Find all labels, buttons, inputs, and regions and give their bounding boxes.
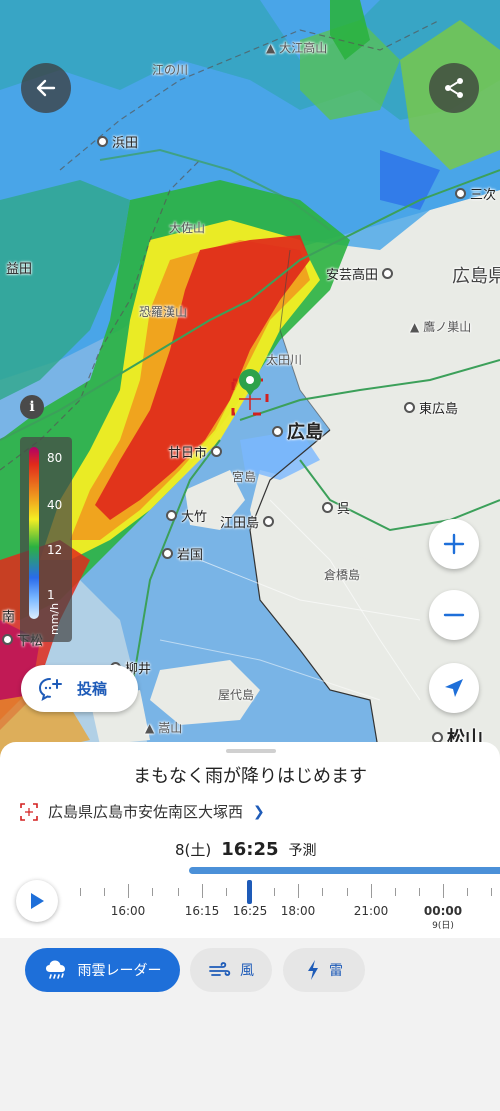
time-label: 16:25 — [221, 839, 279, 860]
place-hamada: 浜田 — [97, 132, 138, 151]
legend-tick: 80 — [47, 451, 63, 465]
tab-label: 雨雲レーダー — [77, 963, 162, 979]
legend-tick: 1 — [47, 588, 55, 602]
crosshair-icon — [20, 802, 38, 821]
legend-info-button[interactable]: i — [20, 395, 44, 419]
layer-tabs: 雨雲レーダー 風 雷 — [0, 938, 500, 1111]
play-icon — [31, 893, 44, 909]
current-location-button[interactable] — [429, 663, 479, 713]
timeline-next-day: 9(日) — [432, 921, 454, 931]
minus-icon — [443, 613, 465, 617]
forecast-label: 予測 — [288, 843, 317, 859]
post-button[interactable]: 投稿 — [21, 665, 138, 712]
comment-plus-icon — [38, 677, 62, 701]
place-masuda: 益田 — [6, 262, 33, 277]
plus-icon — [443, 533, 465, 555]
lightning-icon — [308, 960, 318, 980]
timeline-tick — [298, 884, 299, 898]
forecast-sheet: まもなく雨が降りはじめます 広島県広島市安佐南区大塚西 ❯ 8(土) 16:25… — [0, 742, 500, 938]
chevron-right-icon: ❯ — [253, 803, 265, 820]
tab-rain-radar[interactable]: 雨雲レーダー — [25, 948, 180, 992]
share-button[interactable] — [429, 63, 479, 113]
timeline-label: 00:00 — [423, 904, 463, 918]
timeline-label: 16:15 — [184, 904, 220, 918]
place-osorakan: 恐羅漢山 — [139, 305, 188, 319]
timeline-tick — [80, 888, 81, 896]
place-otagawa: 太田川 — [266, 353, 303, 367]
place-kure: 呉 — [322, 498, 350, 517]
timeline-tick — [178, 888, 179, 896]
timeline-label: 16:00 — [110, 904, 146, 918]
place-hatsukaichi: 廿日市 — [168, 442, 223, 461]
zoom-out-button[interactable] — [429, 590, 479, 640]
timeline-tick — [152, 888, 153, 896]
forecast-range-bar — [189, 867, 500, 874]
legend-tick: 12 — [47, 543, 63, 557]
timeline-tick — [467, 888, 468, 896]
app-root: 浜田 益田 江の川 ▲ 大江高山 三次 大佐山 安芸高田 広島県 恐羅漢山 ▲ 鷹ノ… — [0, 0, 500, 1111]
play-button[interactable] — [16, 880, 58, 922]
time-slider-thumb[interactable] — [247, 880, 252, 904]
timeline-tick — [104, 888, 105, 896]
place-dakesan: ▲ 嵩山 — [145, 720, 183, 736]
place-miyoshi: 三次 — [455, 184, 496, 203]
zoom-in-button[interactable] — [429, 519, 479, 569]
navigation-arrow-icon — [445, 679, 463, 697]
share-icon — [445, 78, 463, 98]
place-takanosu: ▲ 鷹ノ巣山 — [410, 319, 472, 335]
legend-unit: mm/h — [48, 602, 61, 635]
timeline-tick — [443, 884, 444, 898]
timeline-tick — [322, 888, 323, 896]
timeline-label: 21:00 — [353, 904, 389, 918]
place-otake: 大竹 — [166, 506, 207, 525]
timeline-tick — [128, 884, 129, 898]
place-iwakuni: 岩国 — [162, 544, 203, 563]
time-slider[interactable]: 16:00 16:15 16:25 18:00 21:00 00:00 9(日) — [72, 880, 500, 932]
timeline-tick — [347, 888, 348, 896]
place-miyajima: 宮島 — [232, 470, 257, 484]
timeline-tick — [226, 888, 227, 896]
sheet-drag-handle[interactable] — [226, 749, 276, 753]
rain-cloud-icon — [45, 960, 65, 979]
timeline-tick — [419, 888, 420, 896]
place-yashirojima: 屋代島 — [218, 688, 255, 702]
tab-lightning[interactable]: 雷 — [283, 948, 365, 992]
rain-intensity-legend: 80 40 12 1 mm/h — [20, 437, 72, 642]
date-label: 8(土) — [175, 841, 212, 859]
place-gonokawa: 江の川 — [152, 63, 189, 77]
place-higashihiroshima: 東広島 — [404, 398, 458, 417]
place-etajima: 江田島 — [220, 512, 275, 531]
legend-color-bar — [29, 447, 39, 619]
location-name: 広島県広島市安佐南区大塚西 — [48, 803, 244, 821]
tab-wind[interactable]: 風 — [190, 948, 272, 992]
tab-label: 風 — [240, 963, 254, 979]
timeline-tick — [395, 888, 396, 896]
place-osayama: 大佐山 — [169, 221, 206, 235]
timeline-tick — [491, 888, 492, 896]
post-button-label: 投稿 — [77, 680, 108, 698]
tab-label: 雷 — [329, 963, 343, 979]
selected-time: 8(土) 16:25 予測 — [175, 839, 317, 860]
place-hiroshima-pref: 広島県 — [452, 266, 500, 287]
rain-forecast-headline: まもなく雨が降りはじめます — [133, 766, 367, 787]
timeline-tick — [202, 884, 203, 898]
timeline-tick — [274, 888, 275, 896]
timeline-label: 18:00 — [280, 904, 316, 918]
place-kurahashijima: 倉橋島 — [324, 568, 361, 582]
place-hiroshima: 広島 — [272, 418, 323, 444]
place-oe-takayama: ▲ 大江高山 — [266, 40, 328, 56]
place-minami: 南 — [2, 610, 16, 625]
wind-icon — [209, 962, 231, 976]
rain-radar-map[interactable]: 浜田 益田 江の川 ▲ 大江高山 三次 大佐山 安芸高田 広島県 恐羅漢山 ▲ 鷹ノ… — [0, 0, 500, 760]
legend-tick: 40 — [47, 498, 63, 512]
timeline-tick — [371, 884, 372, 898]
back-button[interactable] — [21, 63, 71, 113]
radar-overlay — [0, 0, 500, 760]
arrow-left-icon — [36, 79, 56, 97]
timeline-label: 16:25 — [232, 904, 268, 918]
place-akitakata: 安芸高田 — [326, 264, 394, 283]
location-row[interactable]: 広島県広島市安佐南区大塚西 ❯ — [20, 801, 265, 822]
